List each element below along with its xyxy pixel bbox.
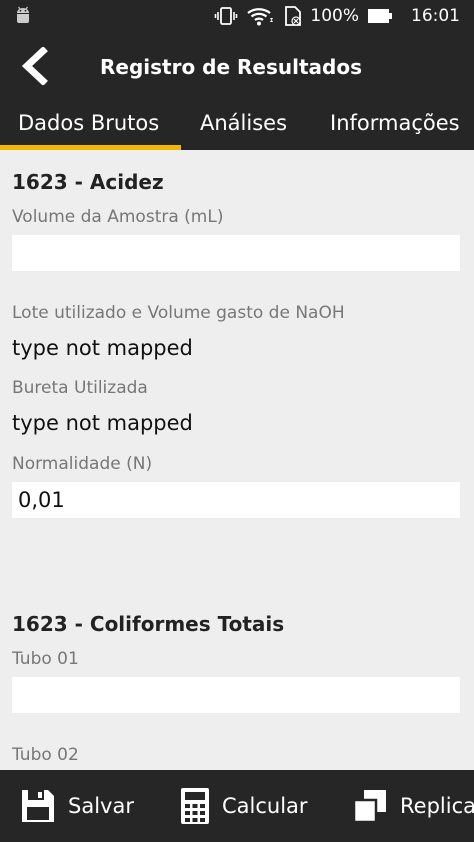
bureta-value: type not mapped [12, 411, 193, 435]
replicate-button[interactable]: Replicar [352, 770, 474, 842]
page-title: Registro de Resultados [100, 55, 362, 79]
back-button[interactable] [12, 44, 56, 88]
status-bar: 100% 16:01 [0, 0, 474, 32]
tubo-01-input[interactable] [12, 677, 460, 713]
android-icon [14, 6, 32, 30]
app-bar: Registro de Resultados [0, 32, 474, 102]
field-label-tubo-01: Tubo 01 [12, 649, 79, 669]
tab-analises[interactable]: Análises [200, 102, 287, 150]
tab-dados-brutos[interactable]: Dados Brutos [18, 102, 159, 150]
field-label-tubo-02: Tubo 02 [12, 745, 79, 765]
save-button[interactable]: Salvar [20, 770, 134, 842]
floppy-disk-icon [22, 790, 54, 822]
wifi-icon [246, 5, 276, 27]
lote-naoh-value: type not mapped [12, 336, 193, 360]
calculate-button[interactable]: Calcular [180, 770, 308, 842]
tab-informacoes[interactable]: Informações [330, 102, 460, 150]
section-title-coliformes: 1623 - Coliformes Totais [12, 612, 285, 636]
field-label-volume-amostra: Volume da Amostra (mL) [12, 207, 224, 227]
status-time: 16:01 [411, 6, 460, 26]
bottom-action-bar: Salvar Calcular Replicar [0, 770, 474, 842]
calculate-label: Calcular [222, 794, 308, 818]
field-label-bureta: Bureta Utilizada [12, 378, 148, 398]
battery-icon [367, 8, 393, 24]
normalidade-input[interactable] [12, 482, 460, 518]
field-label-normalidade: Normalidade (N) [12, 454, 153, 474]
form-content[interactable]: 1623 - Acidez Volume da Amostra (mL) Lot… [0, 150, 474, 770]
chevron-left-icon [21, 47, 48, 85]
tab-bar: Dados Brutos Análises Informações [0, 102, 474, 150]
section-title-acidez: 1623 - Acidez [12, 170, 164, 194]
field-label-lote-naoh: Lote utilizado e Volume gasto de NaOH [12, 303, 345, 323]
calculator-icon [181, 788, 209, 824]
sim-icon [284, 5, 302, 27]
vibrate-icon [214, 6, 238, 26]
replicate-label: Replicar [400, 794, 474, 818]
save-label: Salvar [68, 794, 134, 818]
battery-percent: 100% [310, 6, 359, 26]
copy-icon [352, 790, 386, 824]
volume-amostra-input[interactable] [12, 235, 460, 271]
